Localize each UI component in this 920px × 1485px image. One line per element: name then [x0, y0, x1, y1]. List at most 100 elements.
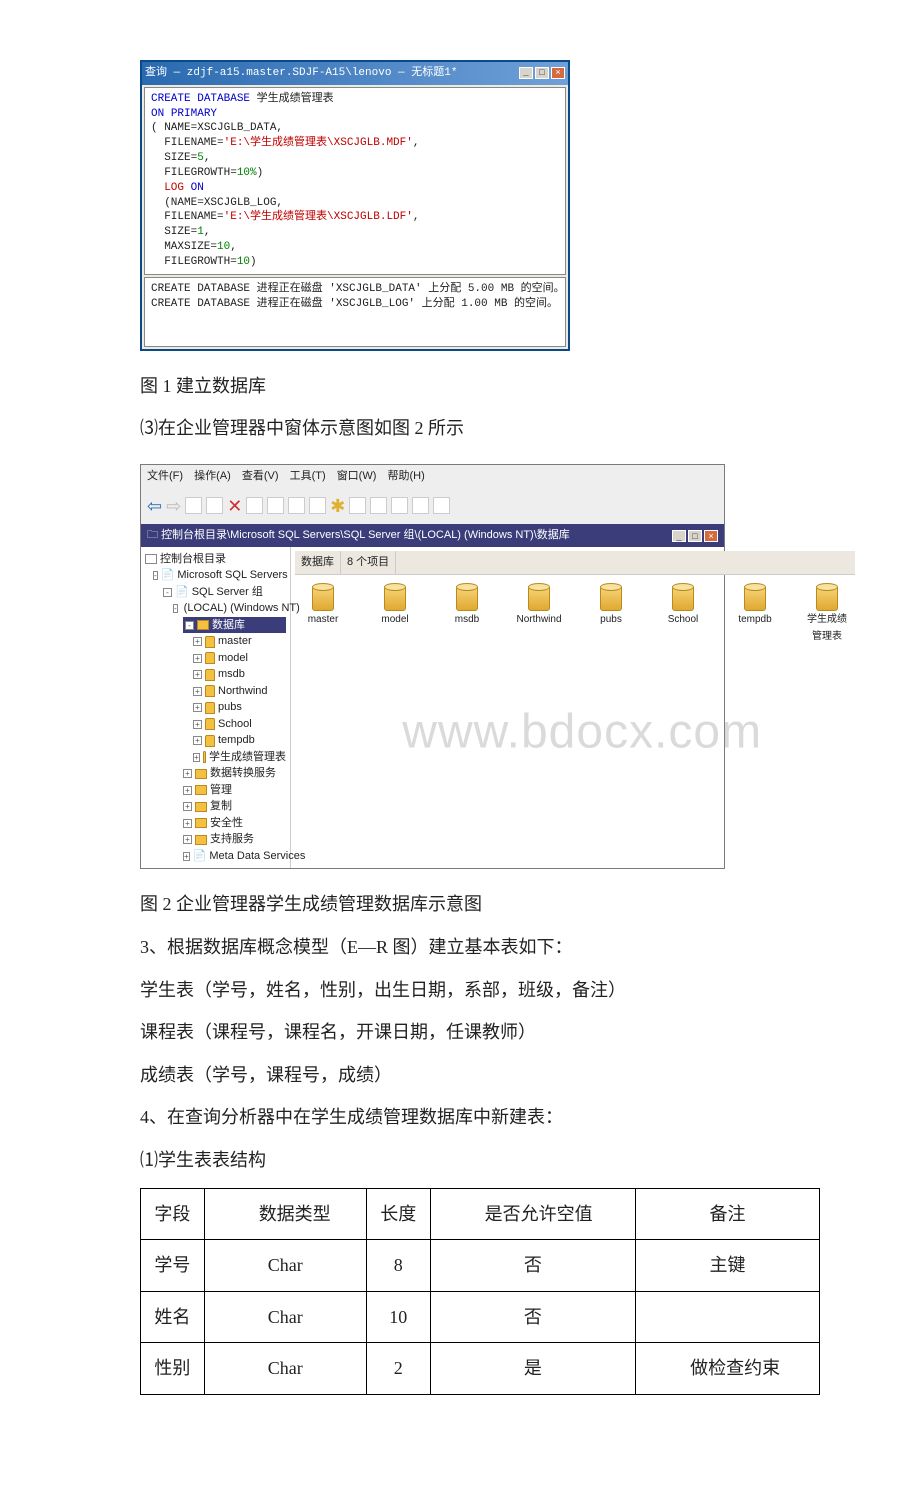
database-icon [672, 585, 694, 611]
maximize-icon[interactable]: □ [535, 67, 549, 79]
toolbar-button[interactable] [246, 497, 263, 514]
message-pane: CREATE DATABASE 进程正在磁盘 'XSCJGLB_DATA' 上分… [144, 277, 566, 347]
query-analyzer-window: 查询 — zdjf-a15.master.SDJF-A15\lenovo — 无… [140, 60, 570, 351]
menu-view[interactable]: 查看(V) [242, 470, 279, 482]
figure1-caption: 图 1 建立数据库 [140, 371, 820, 402]
col-header: 长度 [366, 1188, 430, 1240]
database-icon [203, 751, 206, 763]
toolbar-button[interactable] [433, 497, 450, 514]
student-table-structure: 字段 数据类型 长度 是否允许空值 备注 学号 Char 8 否 主键 姓名 C… [140, 1188, 820, 1395]
back-icon[interactable]: ⇦ [147, 491, 162, 522]
menubar[interactable]: 文件(F) 操作(A) 查看(V) 工具(T) 窗口(W) 帮助(H) [141, 465, 724, 488]
col-header: 字段 [141, 1188, 205, 1240]
path-text: 控制台根目录\Microsoft SQL Servers\SQL Server … [161, 529, 570, 541]
forward-icon[interactable]: ⇨ [166, 491, 181, 522]
toolbar-button[interactable] [412, 497, 429, 514]
collapse-icon[interactable]: - [173, 604, 178, 613]
database-icon [744, 585, 766, 611]
list-item[interactable]: tempdb [733, 585, 777, 645]
list-item[interactable]: pubs [589, 585, 633, 645]
database-icon [205, 685, 215, 697]
close-icon[interactable]: × [551, 67, 565, 79]
database-icon [816, 585, 838, 611]
content-pane: 数据库 8 个项目 master model msdb Northwind pu… [291, 547, 859, 869]
expand-icon[interactable]: + [193, 736, 202, 745]
database-icon [600, 585, 622, 611]
col-header: 是否允许空值 [430, 1188, 636, 1240]
database-icon [205, 652, 215, 664]
expand-icon[interactable]: + [193, 687, 202, 696]
expand-icon[interactable]: + [193, 637, 202, 646]
database-icon [312, 585, 334, 611]
collapse-icon[interactable]: - [153, 571, 158, 580]
paragraph: 课程表（课程号，课程名，开课日期，任课教师） [140, 1017, 820, 1048]
folder-icon [195, 769, 207, 779]
toolbar-button[interactable] [309, 497, 326, 514]
folder-icon [145, 554, 157, 564]
paragraph: ⑴学生表表结构 [140, 1145, 820, 1176]
database-icon [205, 702, 215, 714]
database-icon [205, 636, 215, 648]
collapse-icon[interactable]: - [163, 588, 172, 597]
toolbar: ⇦ ⇨ ✕ ✱ [141, 488, 724, 525]
toolbar-button[interactable] [288, 497, 305, 514]
expand-icon[interactable]: + [183, 769, 192, 778]
expand-icon[interactable]: + [193, 720, 202, 729]
star-icon[interactable]: ✱ [330, 491, 345, 522]
list-item[interactable]: 学生成绩管理表 [805, 585, 849, 645]
expand-icon[interactable]: + [193, 670, 202, 679]
list-item[interactable]: Northwind [517, 585, 561, 645]
toolbar-button[interactable] [185, 497, 202, 514]
menu-tools[interactable]: 工具(T) [290, 470, 326, 482]
expand-icon[interactable]: + [183, 819, 192, 828]
watermark: www.bdocx.com [402, 691, 762, 773]
tree-view[interactable]: 控制台根目录 -📄Microsoft SQL Servers -📄SQL Ser… [141, 547, 291, 869]
folder-icon [195, 835, 207, 845]
list-item[interactable]: School [661, 585, 705, 645]
collapse-icon[interactable]: - [185, 621, 194, 630]
expand-icon[interactable]: + [183, 786, 192, 795]
maximize-icon[interactable]: □ [688, 530, 702, 542]
folder-icon [195, 802, 207, 812]
enterprise-manager-window: 文件(F) 操作(A) 查看(V) 工具(T) 窗口(W) 帮助(H) ⇦ ⇨ … [140, 464, 725, 869]
toolbar-button[interactable] [267, 497, 284, 514]
expand-icon[interactable]: + [183, 835, 192, 844]
list-item[interactable]: model [373, 585, 417, 645]
menu-window[interactable]: 窗口(W) [337, 470, 377, 482]
paragraph: ⑶在企业管理器中窗体示意图如图 2 所示 [140, 413, 820, 444]
list-item[interactable]: master [301, 585, 345, 645]
database-icon [528, 585, 550, 611]
minimize-icon[interactable]: _ [519, 67, 533, 79]
database-icon [384, 585, 406, 611]
table-row: 字段 数据类型 长度 是否允许空值 备注 [141, 1188, 820, 1240]
menu-action[interactable]: 操作(A) [194, 470, 231, 482]
toolbar-button[interactable] [206, 497, 223, 514]
titlebar: 查询 — zdjf-a15.master.SDJF-A15\lenovo — 无… [142, 62, 568, 85]
figure2-caption: 图 2 企业管理器学生成绩管理数据库示意图 [140, 889, 820, 920]
table-row: 学号 Char 8 否 主键 [141, 1240, 820, 1292]
toolbar-button[interactable] [370, 497, 387, 514]
paragraph: 4、在查询分析器中在学生成绩管理数据库中新建表： [140, 1102, 820, 1133]
delete-icon[interactable]: ✕ [227, 491, 242, 522]
expand-icon[interactable]: + [193, 703, 202, 712]
close-icon[interactable]: × [704, 530, 718, 542]
expand-icon[interactable]: + [183, 802, 192, 811]
database-icon [456, 585, 478, 611]
folder-icon [195, 785, 207, 795]
database-icon [205, 735, 215, 747]
sql-code-pane[interactable]: CREATE DATABASE 学生成绩管理表 ON PRIMARY ( NAM… [144, 87, 566, 275]
minimize-icon[interactable]: _ [672, 530, 686, 542]
expand-icon[interactable]: + [193, 753, 200, 762]
expand-icon[interactable]: + [193, 654, 202, 663]
toolbar-button[interactable] [391, 497, 408, 514]
menu-file[interactable]: 文件(F) [147, 470, 183, 482]
toolbar-button[interactable] [349, 497, 366, 514]
database-icon [205, 718, 215, 730]
paragraph: 学生表（学号，姓名，性别，出生日期，系部，班级，备注） [140, 975, 820, 1006]
menu-help[interactable]: 帮助(H) [387, 470, 424, 482]
list-item[interactable]: msdb [445, 585, 489, 645]
paragraph: 3、根据数据库概念模型（E—R 图）建立基本表如下： [140, 932, 820, 963]
col-header: 数据类型 [204, 1188, 366, 1240]
expand-icon[interactable]: + [183, 852, 190, 861]
table-row: 姓名 Char 10 否 [141, 1291, 820, 1343]
